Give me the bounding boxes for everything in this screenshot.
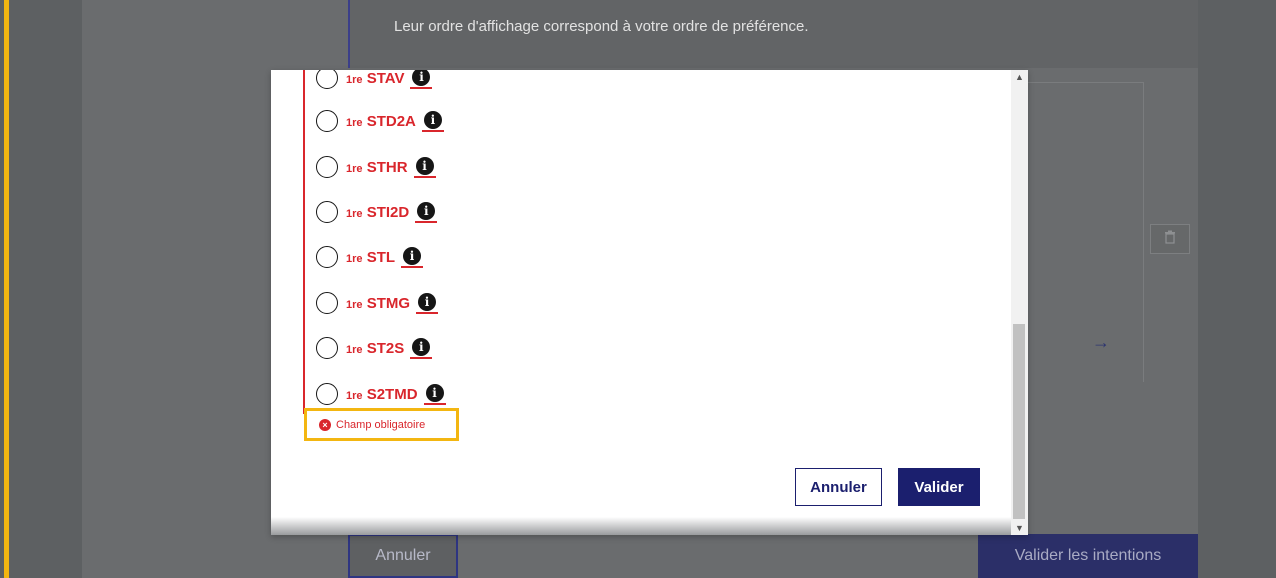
radio-option[interactable]: 1re S2TMD i bbox=[316, 381, 446, 407]
radio-label[interactable]: 1re STHR bbox=[346, 159, 408, 176]
info-icon[interactable]: i bbox=[410, 70, 433, 89]
error-icon: × bbox=[319, 418, 331, 431]
radio-option[interactable]: 1re ST2S i bbox=[316, 335, 433, 361]
radio-button[interactable] bbox=[316, 201, 338, 223]
radio-button[interactable] bbox=[316, 246, 338, 268]
modal-bottom-shadow bbox=[271, 517, 1011, 535]
modal-validate-button[interactable]: Valider bbox=[898, 468, 980, 506]
info-icon[interactable]: i bbox=[416, 292, 439, 314]
radio-option[interactable]: 1re STHR i bbox=[316, 154, 436, 180]
page-accent-bar bbox=[4, 0, 9, 578]
choice-panel bbox=[1028, 82, 1144, 382]
radio-option[interactable]: 1re STL i bbox=[316, 244, 424, 270]
radio-label[interactable]: 1re STD2A bbox=[346, 113, 416, 130]
scrollbar-thumb[interactable] bbox=[1013, 324, 1025, 519]
radio-button[interactable] bbox=[316, 156, 338, 178]
info-icon[interactable]: i bbox=[401, 246, 424, 268]
radio-label[interactable]: 1re STMG bbox=[346, 295, 410, 312]
modal-scrollbar[interactable]: ▲ ▼ bbox=[1011, 70, 1028, 535]
fieldset-error-border bbox=[303, 70, 305, 414]
info-icon[interactable]: i bbox=[423, 383, 446, 405]
info-icon[interactable]: i bbox=[421, 110, 444, 132]
trash-icon bbox=[1164, 230, 1176, 249]
radio-label[interactable]: 1re STL bbox=[346, 249, 395, 266]
radio-option[interactable]: 1re STMG i bbox=[316, 290, 439, 316]
delete-button[interactable] bbox=[1150, 224, 1190, 254]
radio-button[interactable] bbox=[316, 110, 338, 132]
radio-label[interactable]: 1re STAV bbox=[346, 70, 404, 87]
info-icon[interactable]: i bbox=[415, 201, 438, 223]
page-cancel-button[interactable]: Annuler bbox=[348, 534, 458, 578]
modal-cancel-button[interactable]: Annuler bbox=[795, 468, 882, 506]
error-text: Champ obligatoire bbox=[336, 418, 426, 431]
arrow-right-icon[interactable]: → bbox=[1092, 332, 1110, 353]
modal-dialog: 1re STAV i 1re STD2A i 1re STHR i 1re ST… bbox=[271, 70, 1028, 535]
info-note-text: Leur ordre d'affichage correspond à votr… bbox=[394, 18, 809, 35]
radio-option[interactable]: 1re STD2A i bbox=[316, 108, 444, 134]
radio-button[interactable] bbox=[316, 70, 338, 89]
radio-label[interactable]: 1re STI2D bbox=[346, 204, 409, 221]
scroll-up-arrow-icon[interactable]: ▲ bbox=[1011, 70, 1028, 84]
info-icon[interactable]: i bbox=[410, 337, 433, 359]
radio-option[interactable]: 1re STAV i bbox=[316, 70, 433, 91]
scroll-down-arrow-icon[interactable]: ▼ bbox=[1011, 520, 1028, 535]
radio-button[interactable] bbox=[316, 337, 338, 359]
validate-intentions-button[interactable]: Valider les intentions bbox=[978, 534, 1198, 578]
radio-label[interactable]: 1re S2TMD bbox=[346, 386, 418, 403]
radio-label[interactable]: 1re ST2S bbox=[346, 340, 404, 357]
radio-button[interactable] bbox=[316, 292, 338, 314]
modal-content: 1re STAV i 1re STD2A i 1re STHR i 1re ST… bbox=[271, 70, 1011, 535]
radio-button[interactable] bbox=[316, 383, 338, 405]
error-message: × Champ obligatoire bbox=[304, 408, 459, 441]
radio-option[interactable]: 1re STI2D i bbox=[316, 199, 438, 225]
info-icon[interactable]: i bbox=[413, 156, 436, 178]
